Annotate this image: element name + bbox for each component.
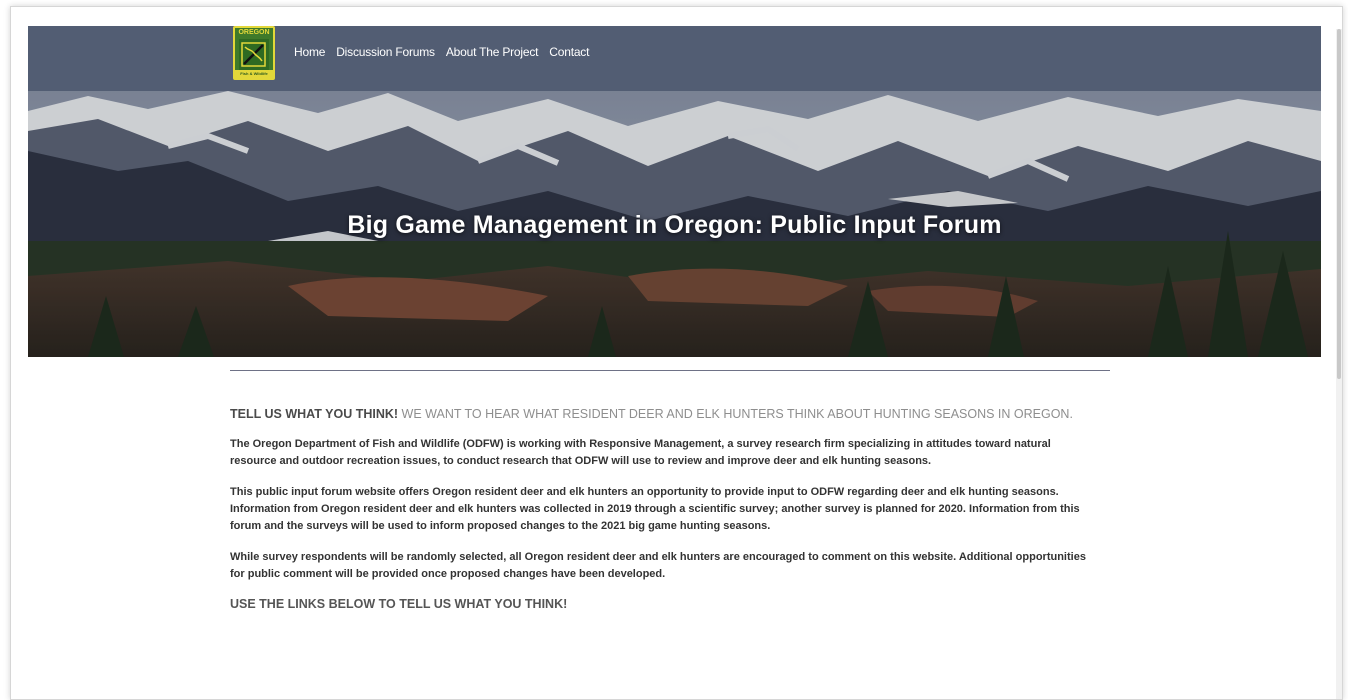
tell-us-bold: TELL US WHAT YOU THINK! — [230, 407, 399, 421]
paragraph-forum-purpose: This public input forum website offers O… — [230, 486, 1080, 532]
oregon-map-icon — [239, 39, 269, 71]
paragraph-odfw-intro: The Oregon Department of Fish and Wildli… — [230, 438, 1051, 467]
nav-home-link[interactable]: Home — [294, 45, 325, 59]
page-scrollbar[interactable] — [1336, 29, 1342, 699]
logo-top-text: OREGON — [238, 29, 270, 36]
links-heading: USE THE LINKS BELOW TO TELL US WHAT YOU … — [230, 597, 568, 611]
nav-contact-link[interactable]: Contact — [549, 45, 589, 59]
hero-title: Big Game Management in Oregon: Public In… — [347, 211, 1002, 239]
tell-us-rest: WE WANT TO HEAR WHAT RESIDENT DEER AND E… — [398, 407, 1073, 421]
top-navbar: OREGON Fish & Wildlife Home Discussion F… — [28, 26, 1321, 91]
scrollbar-thumb[interactable] — [1337, 29, 1341, 379]
hero-banner: Big Game Management in Oregon: Public In… — [28, 91, 1321, 357]
nav-about-project-link[interactable]: About The Project — [446, 45, 539, 59]
tell-us-heading: TELL US WHAT YOU THINK! WE WANT TO HEAR … — [230, 404, 1090, 424]
logo-bottom-text: Fish & Wildlife — [235, 70, 273, 78]
main-nav: Home Discussion Forums About The Project… — [294, 45, 589, 59]
nav-discussion-forums-link[interactable]: Discussion Forums — [336, 45, 435, 59]
content-divider — [230, 370, 1110, 371]
intro-content: TELL US WHAT YOU THINK! WE WANT TO HEAR … — [230, 404, 1090, 611]
browser-page: OREGON Fish & Wildlife Home Discussion F… — [10, 6, 1343, 700]
odfw-logo[interactable]: OREGON Fish & Wildlife — [233, 26, 275, 80]
paragraph-encourage-comments: While survey respondents will be randoml… — [230, 551, 1086, 580]
